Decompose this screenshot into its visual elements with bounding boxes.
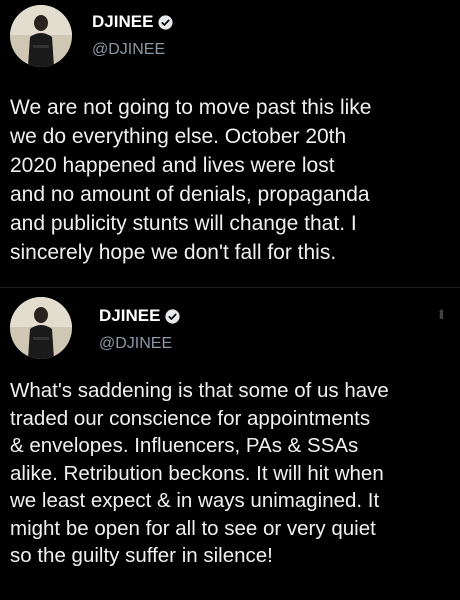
verified-badge-icon [165,308,181,324]
display-name[interactable]: DJINEE [99,306,181,326]
user-handle[interactable]: @DJINEE [92,41,165,59]
avatar[interactable] [10,5,72,67]
avatar[interactable] [10,297,72,359]
display-name-text: DJINEE [92,12,154,31]
tweet-text: What's saddening is that some of us have… [10,379,389,567]
user-handle[interactable]: @DJINEE [99,335,172,353]
verified-badge-icon [158,14,174,30]
tweet-2: DJINEE @DJINEE ••• What's saddening is t… [0,287,460,600]
tweet-1: DJINEE @DJINEE We are not going to move … [0,0,460,286]
avatar-photo [10,5,72,67]
display-name[interactable]: DJINEE [92,12,174,32]
more-options-icon[interactable]: ••• [434,309,450,318]
tweet-text: We are not going to move past this like … [10,96,372,264]
display-name-text: DJINEE [99,306,161,325]
avatar-photo [10,297,72,359]
